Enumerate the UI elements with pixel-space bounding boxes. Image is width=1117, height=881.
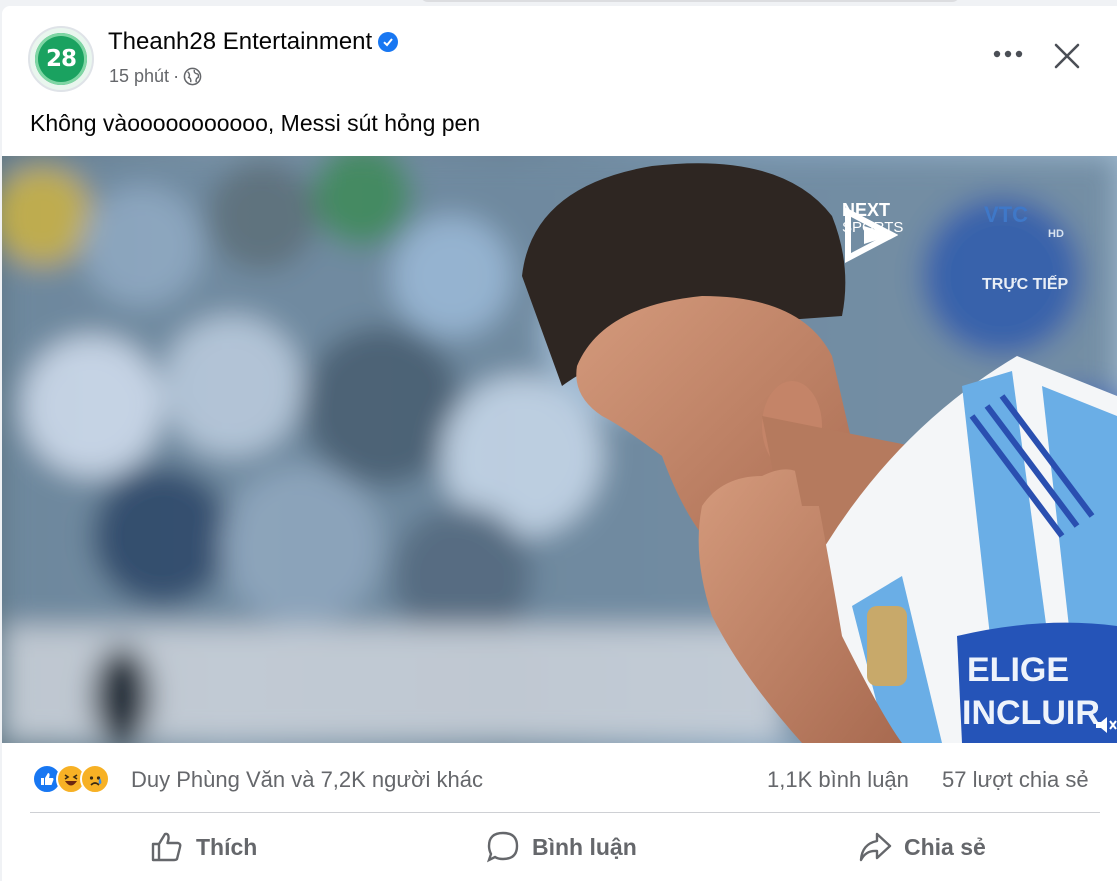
live-label: TRỰC TIẾP (982, 276, 1069, 293)
sad-icon (80, 764, 110, 794)
reaction-icons[interactable] (32, 763, 110, 795)
more-options-button[interactable] (987, 36, 1029, 72)
armband-line1: ELIGE (967, 651, 1069, 689)
like-button[interactable]: Thích (150, 822, 257, 872)
broadcaster-logo: NEXT SPORTS (842, 201, 903, 263)
page-name-row: Theanh28 Entertainment (108, 28, 399, 56)
share-button[interactable]: Chia sẻ (858, 822, 986, 872)
comment-label: Bình luận (532, 833, 637, 860)
post-meta: 15 phút · (109, 66, 202, 87)
video-frame: ELIGE INCLUIR (2, 156, 1117, 743)
close-button[interactable] (1047, 36, 1087, 76)
comments-count[interactable]: 1,1K bình luận (767, 767, 909, 793)
comment-button[interactable]: Bình luận (486, 822, 637, 872)
avatar-text: 28 (45, 46, 77, 72)
video-player[interactable]: ELIGE INCLUIR NEXT SPORTS VTC HD TRỰC TI… (2, 156, 1117, 743)
like-label: Thích (196, 833, 258, 860)
volume-button[interactable] (1094, 714, 1117, 736)
armband-line2: INCLUIR (962, 694, 1100, 732)
post-caption: Không vàooooooooooo, Messi sút hỏng pen (30, 110, 481, 136)
avatar-logo: 28 (35, 33, 87, 85)
comment-icon (486, 831, 519, 863)
close-icon (1054, 43, 1080, 69)
volume-icon (1096, 717, 1117, 733)
top-scrim (420, 0, 960, 2)
page-avatar[interactable]: 28 (28, 26, 94, 92)
channel-logo: VTC (984, 202, 1028, 227)
more-icon (993, 50, 1023, 58)
shares-count[interactable]: 57 lượt chia sẻ (942, 767, 1089, 793)
quality-label: HD (1048, 228, 1064, 240)
share-label: Chia sẻ (904, 833, 986, 860)
actions-divider (30, 812, 1100, 813)
page-name[interactable]: Theanh28 Entertainment (108, 28, 372, 56)
post-card: 28 Theanh28 Entertainment 15 phút · Khôn… (2, 6, 1117, 881)
reaction-summary[interactable]: Duy Phùng Văn và 7,2K người khác (131, 767, 483, 793)
verified-badge-icon (378, 32, 399, 52)
post-time[interactable]: 15 phút (109, 66, 169, 87)
next-sports-icon (845, 207, 898, 263)
thumbs-up-icon (151, 832, 182, 862)
share-icon (859, 832, 892, 862)
meta-separator: · (173, 66, 180, 86)
globe-icon (183, 67, 202, 86)
